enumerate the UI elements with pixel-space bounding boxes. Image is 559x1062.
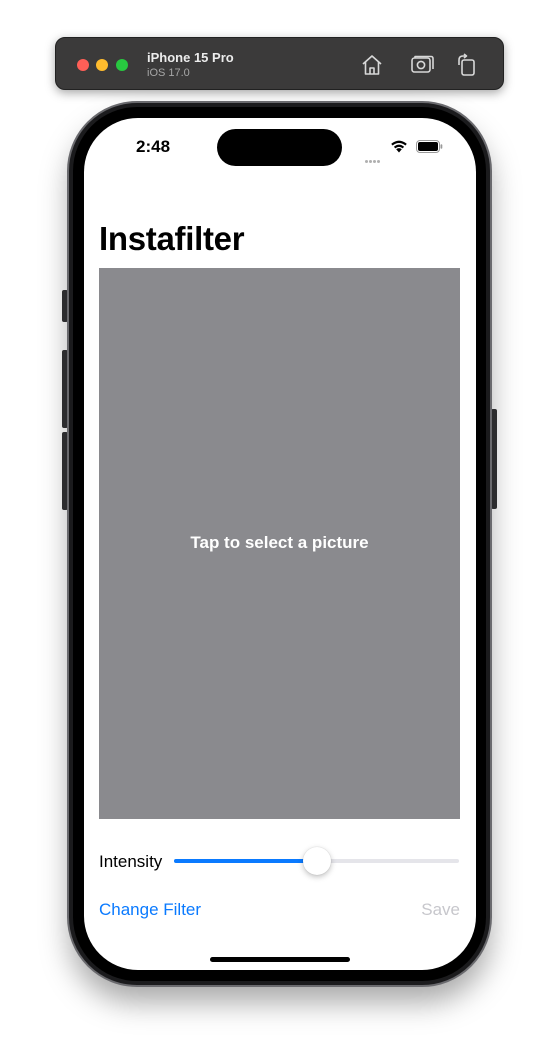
page-title: Instafilter — [99, 220, 245, 257]
device-screen: 2:48 Instafilter Tap to select a picture… — [84, 118, 476, 970]
home-icon[interactable] — [359, 52, 385, 78]
wifi-icon — [391, 140, 407, 153]
simulator-title-bar: iPhone 15 Pro iOS 17.0 — [55, 37, 504, 90]
close-window-button[interactable] — [77, 59, 89, 71]
signal-icon — [365, 150, 381, 168]
home-indicator — [210, 957, 350, 962]
minimize-window-button[interactable] — [96, 59, 108, 71]
device-name: iPhone 15 Pro — [147, 50, 234, 65]
battery-icon — [416, 140, 443, 153]
zoom-window-button[interactable] — [116, 59, 128, 71]
os-version: iOS 17.0 — [147, 67, 190, 79]
simulator-page: iPhone 15 Pro iOS 17.0 2:48 Instafilter … — [0, 0, 559, 1062]
rotate-icon[interactable] — [454, 52, 480, 78]
select-picture-prompt: Tap to select a picture — [190, 533, 369, 552]
dynamic-island — [217, 129, 342, 166]
intensity-slider[interactable] — [174, 847, 459, 875]
intensity-slider-thumb[interactable] — [302, 847, 331, 875]
change-filter-button[interactable]: Change Filter — [99, 900, 201, 920]
intensity-label: Intensity — [99, 852, 163, 871]
select-picture-area[interactable]: Tap to select a picture — [99, 268, 460, 819]
intensity-slider-fill — [174, 859, 317, 863]
status-time: 2:48 — [136, 137, 171, 156]
save-button[interactable]: Save — [421, 900, 460, 920]
screenshot-icon[interactable] — [409, 52, 435, 78]
